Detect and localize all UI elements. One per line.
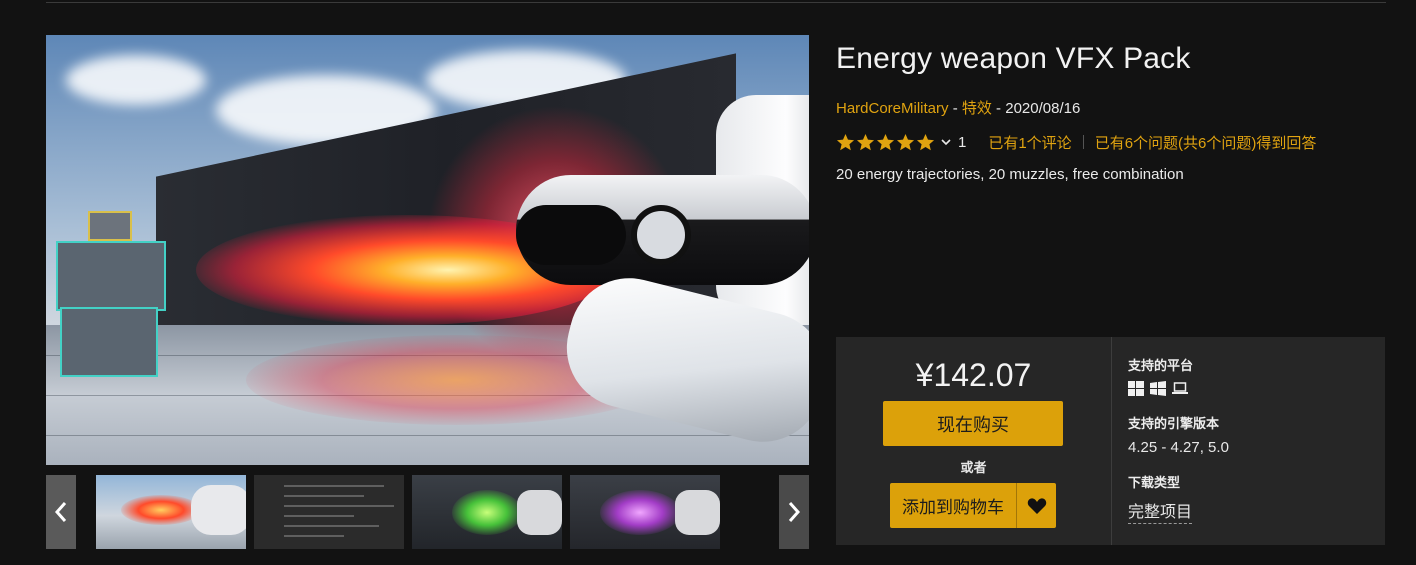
price: ¥142.07: [915, 357, 1032, 393]
chevron-right-icon: [788, 502, 801, 522]
product-specs: 支持的平台 支持的引擎版本 4.25 - 4.27, 5.0 下载类型 完整项目: [1128, 337, 1378, 545]
product-meta: HardCoreMilitary - 特效 - 2020/08/16: [836, 97, 1080, 118]
panel-divider: [1111, 337, 1112, 545]
product-description: 20 energy trajectories, 20 muzzles, free…: [836, 166, 1184, 183]
category-link[interactable]: 特效: [962, 100, 992, 117]
purchase-panel: ¥142.07 现在购买 或者 添加到购物车 支持的平台 支持的引擎版本 4.2…: [836, 337, 1385, 545]
star-icon: [876, 133, 895, 150]
rating-row: 1 已有1个评论 已有6个问题(共6个问题)得到回答: [836, 130, 1316, 154]
add-to-cart-button[interactable]: 添加到购物车: [890, 483, 1016, 528]
platforms-label: 支持的平台: [1128, 358, 1194, 373]
buy-now-button[interactable]: 现在购买: [883, 401, 1063, 446]
windows-icon: [1150, 381, 1166, 396]
cloud: [66, 55, 206, 105]
product-title: Energy weapon VFX Pack: [836, 42, 1191, 75]
engine-label: 支持的引擎版本: [1128, 416, 1220, 431]
weapon-scope: [631, 205, 691, 265]
thumbnail-3[interactable]: [412, 475, 562, 549]
cube: [60, 307, 158, 377]
cart-group: 添加到购物车: [890, 483, 1056, 528]
small-cube: [88, 211, 132, 241]
thumbnail-1[interactable]: [96, 475, 246, 549]
heart-icon: [1027, 497, 1046, 514]
thumbnail-2[interactable]: [254, 475, 404, 549]
purchase-actions: ¥142.07 现在购买 或者 添加到购物车: [836, 337, 1111, 545]
reviews-link[interactable]: 已有1个评论: [988, 132, 1071, 153]
chevron-left-icon: [54, 502, 67, 522]
weapon-barrel: [516, 205, 626, 265]
top-divider: [46, 2, 1386, 3]
thumbnail-4[interactable]: [570, 475, 720, 549]
download-type-label: 下载类型: [1128, 475, 1181, 490]
gallery-prev-button[interactable]: [46, 475, 76, 549]
engine-versions: 4.25 - 4.27, 5.0: [1128, 439, 1229, 456]
seller-link[interactable]: HardCoreMilitary: [836, 100, 949, 117]
download-type[interactable]: 完整项目: [1128, 498, 1193, 524]
thumbnail-strip: [46, 475, 809, 549]
release-date: 2020/08/16: [1005, 100, 1081, 117]
cube: [56, 241, 166, 311]
meta-separator: -: [991, 100, 1006, 117]
wishlist-button[interactable]: [1016, 483, 1056, 528]
divider: [1082, 135, 1084, 149]
star-icon: [856, 133, 875, 150]
star-rating[interactable]: [836, 133, 935, 152]
rating-count: 1: [958, 133, 967, 151]
star-icon: [836, 133, 855, 150]
star-icon: [896, 133, 915, 150]
chevron-down-icon[interactable]: [940, 136, 952, 148]
or-label: 或者: [960, 460, 987, 475]
meta-separator: -: [948, 100, 962, 117]
windows-icon: [1128, 381, 1144, 396]
main-preview-image[interactable]: [46, 35, 809, 465]
questions-link[interactable]: 已有6个问题(共6个问题)得到回答: [1095, 132, 1317, 153]
platform-icons: [1128, 381, 1188, 396]
laptop-icon: [1172, 382, 1188, 394]
gallery-next-button[interactable]: [779, 475, 809, 549]
star-icon: [916, 133, 935, 150]
